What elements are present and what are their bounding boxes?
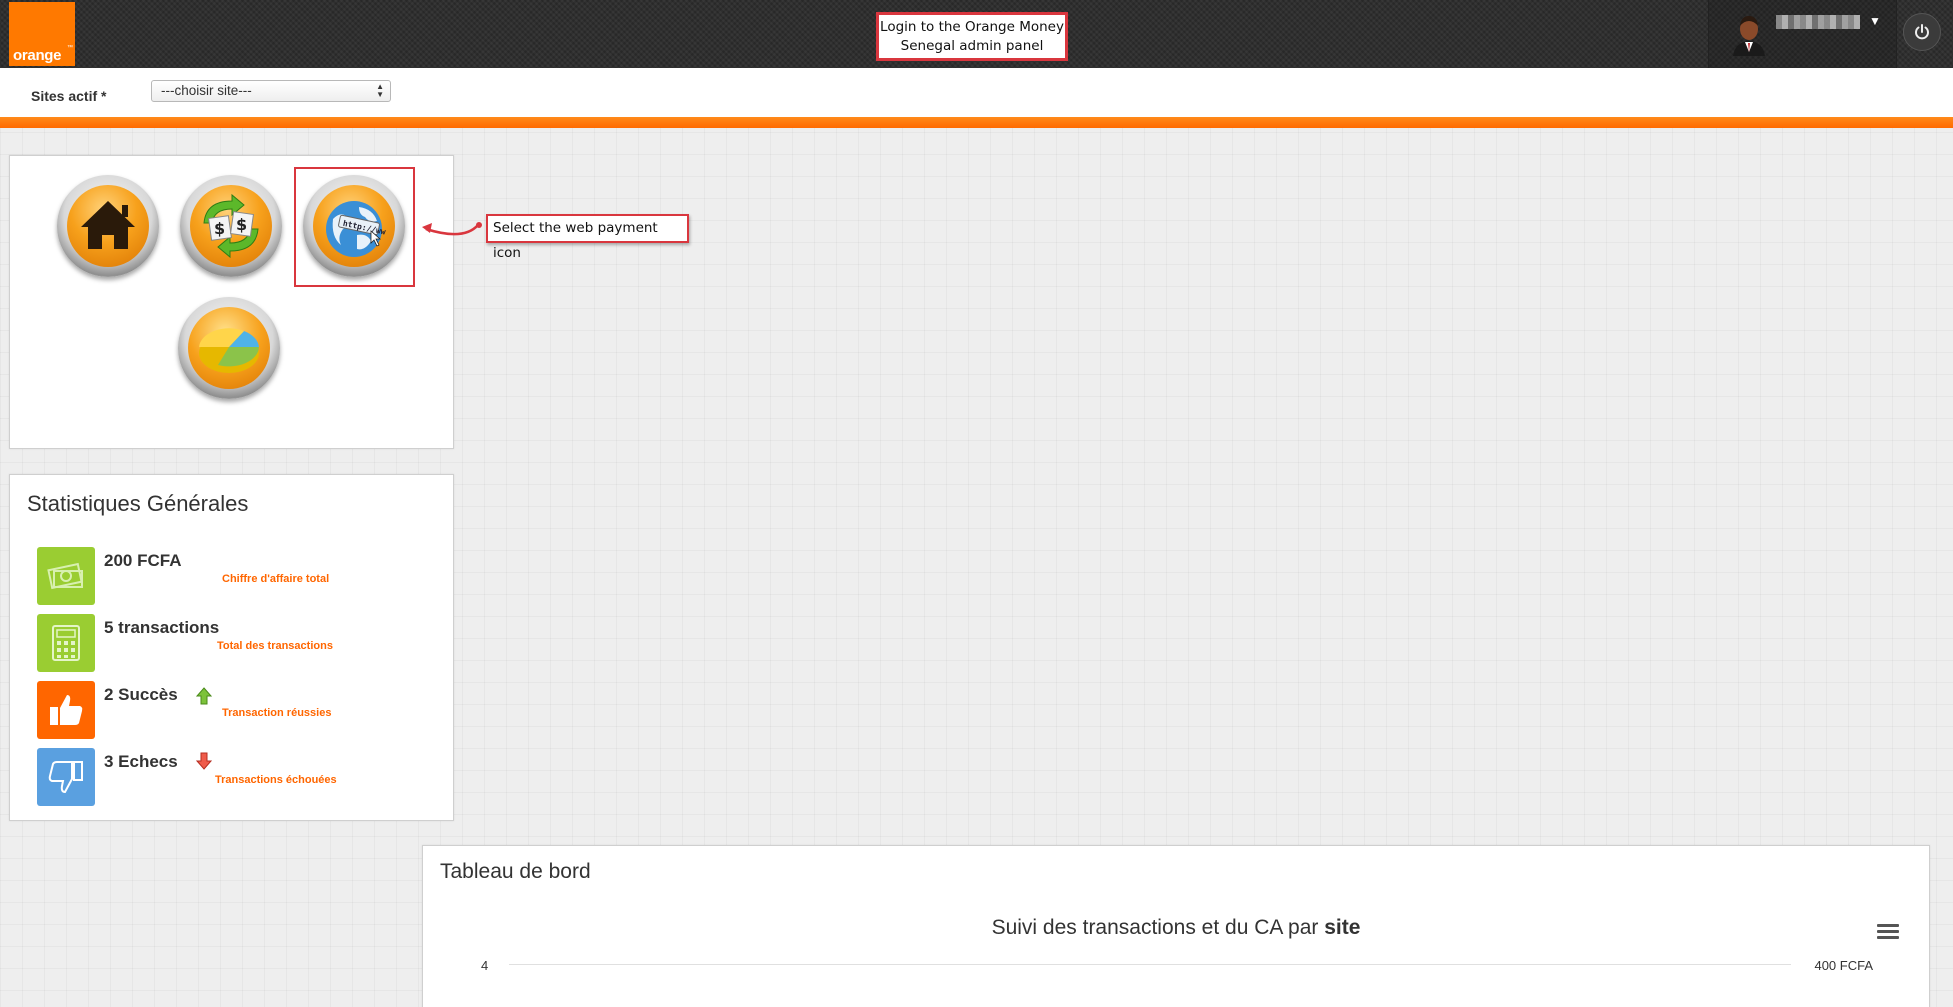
stat-label: Transactions échouées <box>215 774 337 786</box>
power-icon <box>1915 24 1929 40</box>
calculator-icon <box>37 614 95 672</box>
pie-chart-icon[interactable] <box>178 297 280 399</box>
thumbs-up-icon <box>37 681 95 739</box>
svg-text:$: $ <box>214 219 225 238</box>
chart-gridline <box>509 964 1791 965</box>
dashboard-title: Tableau de bord <box>440 860 591 883</box>
stat-value: 200 FCFA <box>104 551 182 570</box>
web-payment-callout: Select the web payment icon <box>486 214 689 261</box>
avatar <box>1729 12 1769 56</box>
site-select[interactable]: ---choisir site--- ▲ ▼ <box>151 80 391 102</box>
site-label: Sites actif * <box>31 88 107 104</box>
money-icon <box>37 547 95 605</box>
stat-transactions: 5 transactions Total des transactions <box>37 614 437 672</box>
site-select-value: ---choisir site--- <box>161 83 252 98</box>
stat-label: Chiffre d'affaire total <box>222 573 330 585</box>
web-payment-highlight <box>294 167 415 287</box>
thumbs-down-icon <box>37 748 95 806</box>
svg-text:$: $ <box>236 215 247 234</box>
orange-logo[interactable]: ™ orange <box>9 2 75 66</box>
user-menu[interactable]: ▼ <box>1708 0 1897 68</box>
y-axis-right-tick: 400 FCFA <box>1814 958 1873 973</box>
stat-value: 5 transactions <box>104 618 220 637</box>
stat-value: 3 Echecs <box>104 752 178 771</box>
stat-failures: 3 Echecs Transactions échouées <box>37 748 437 806</box>
callout-arrow-icon <box>422 222 482 236</box>
arrow-up-icon <box>196 687 212 705</box>
chevron-down-icon[interactable]: ▼ <box>1869 14 1881 28</box>
dashboard-panel: Tableau de bord Suivi des transactions e… <box>422 845 1930 1007</box>
stat-label: Total des transactions <box>217 640 333 652</box>
stat-value: 2 Succès <box>104 685 178 704</box>
y-axis-left-tick: 4 <box>481 958 489 973</box>
arrow-down-icon <box>196 752 212 770</box>
stat-revenue: 200 FCFA Chiffre d'affaire total <box>37 547 437 605</box>
site-selector-row: Sites actif * ---choisir site--- ▲ ▼ <box>0 68 1953 117</box>
select-arrows-icon: ▲ ▼ <box>376 82 384 99</box>
login-callout: Login to the Orange Money Senegal admin … <box>876 12 1068 61</box>
power-button[interactable] <box>1903 13 1941 51</box>
chart-title: Suivi des transactions et du CA par site <box>991 916 1361 939</box>
top-navbar: ™ orange Login to the Orange Money Seneg… <box>0 0 1953 68</box>
orange-divider <box>0 117 1953 128</box>
logo-text: orange <box>13 47 62 64</box>
username <box>1776 15 1860 29</box>
stat-success: 2 Succès Transaction réussies <box>37 681 437 739</box>
stats-panel: Statistiques Générales 200 FCFA Chiffre … <box>9 474 454 821</box>
home-icon[interactable] <box>57 175 159 277</box>
chart-menu-icon[interactable] <box>1877 924 1899 942</box>
money-exchange-icon[interactable]: $ $ <box>180 175 282 277</box>
stat-label: Transaction réussies <box>222 707 332 719</box>
stats-title: Statistiques Générales <box>27 491 249 516</box>
